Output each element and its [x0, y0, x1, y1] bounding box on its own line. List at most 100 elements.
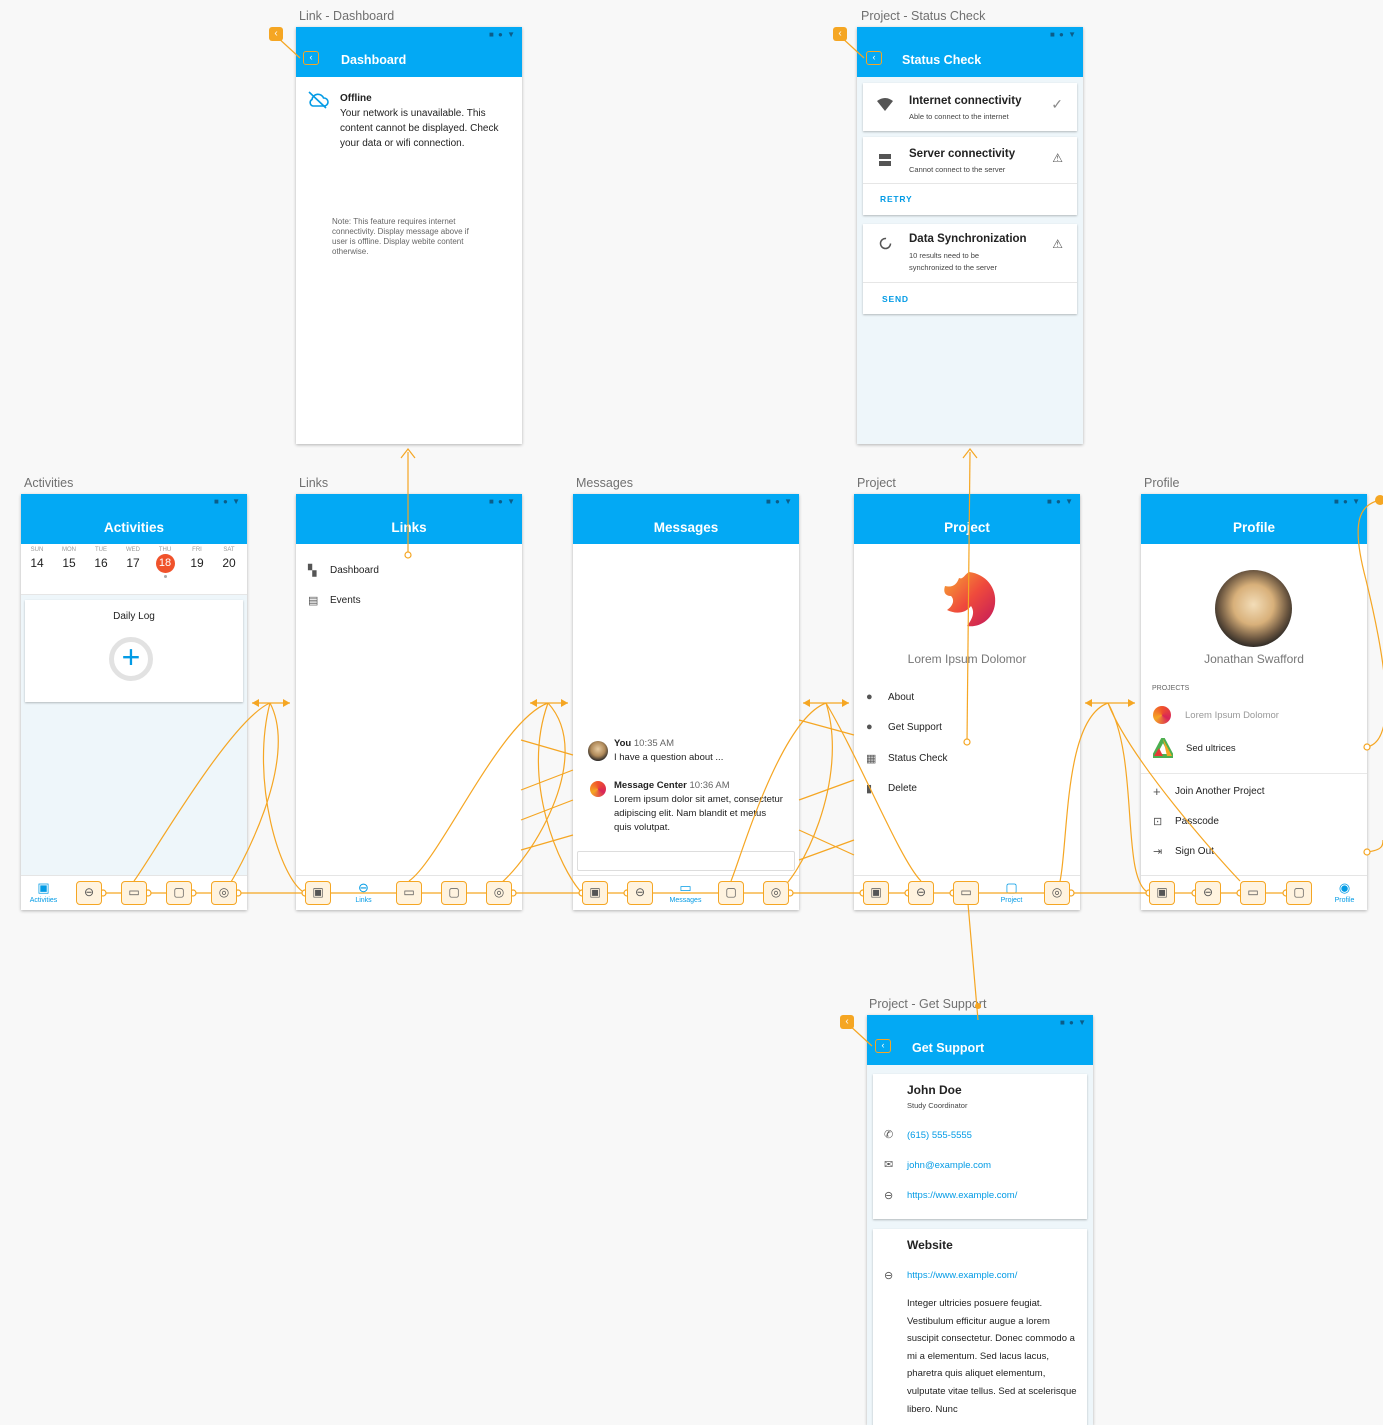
message-hotspot-icon[interactable]: ▭ — [953, 881, 979, 905]
sign-out-button[interactable]: ⇥ Sign Out — [1153, 845, 1214, 858]
message-hotspot-icon[interactable]: ▭ — [396, 881, 422, 905]
phone-icon: ✆ — [884, 1129, 894, 1141]
screen-title: Activities — [103, 519, 165, 535]
nav-profile[interactable]: ◉ Profile — [1322, 876, 1367, 910]
profile-hotspot-icon[interactable]: ◎ — [1044, 881, 1070, 905]
menu-about[interactable]: ● About — [866, 691, 914, 703]
calendar-day[interactable]: MON 15 — [53, 547, 85, 570]
website-description: Integer ultricies posuere feugiat. Vesti… — [907, 1298, 1077, 1415]
cloud-off-icon — [307, 91, 329, 114]
passcode-button[interactable]: ⊡ Passcode — [1153, 815, 1219, 828]
calendar-hotspot-icon[interactable]: ▣ — [1149, 881, 1175, 905]
back-arrow-icon[interactable]: ‹ — [840, 1015, 854, 1029]
message-time: 10:36 AM — [689, 780, 730, 791]
menu-status-check[interactable]: ▦ Status Check — [866, 752, 947, 765]
frame-label-activities: Activities — [24, 476, 74, 490]
sign-out-icon: ⇥ — [1153, 846, 1163, 858]
nav-messages[interactable]: ▭ Messages — [663, 876, 708, 910]
frame-label-profile: Profile — [1144, 476, 1180, 490]
profile-name: Jonathan Swafford — [1204, 652, 1304, 666]
nav-project[interactable]: ▢ Project — [989, 876, 1034, 910]
events-icon: ▤ — [308, 595, 319, 607]
offline-title: Offline — [340, 93, 372, 104]
server-subtitle: Cannot connect to the server — [909, 165, 1006, 174]
sender-name: Message Center — [614, 780, 687, 791]
add-icon[interactable]: + — [109, 637, 153, 681]
frame-label-project: Project — [857, 476, 896, 490]
back-arrow-icon[interactable]: ‹ — [833, 27, 847, 41]
calendar-day[interactable]: FRI 19 — [181, 547, 213, 570]
calendar-day[interactable]: SUN 14 — [21, 547, 53, 570]
sender-name: You — [614, 738, 632, 749]
profile-project-1[interactable]: Lorem Ipsum Dolomor — [1153, 706, 1279, 724]
message-preview: Lorem ipsum dolor sit amet, consectetur … — [614, 794, 783, 833]
internet-subtitle: Able to connect to the internet — [909, 112, 1009, 121]
message-preview: I have a question about ... — [614, 752, 724, 763]
activities-screen: ■ ● ▼ Activities SUN 14 MON 15 TUE 16 WED 17… — [21, 494, 247, 910]
info-icon: ● — [866, 691, 873, 703]
get-support-screen: ■ ● ▼ Get Support John Doe Study Coordin… — [867, 1015, 1093, 1425]
contact-website-link[interactable]: https://www.example.com/ — [907, 1190, 1017, 1201]
status-bar: ■ ● ▼ — [296, 494, 522, 510]
app-bar: Get Support — [867, 1031, 1093, 1065]
contact-card: John Doe Study Coordinator ✆ (615) 555-5… — [873, 1074, 1087, 1219]
calendar-day[interactable]: SAT 20 — [213, 547, 245, 570]
briefcase-hotspot-icon[interactable]: ▢ — [718, 881, 744, 905]
back-arrow-icon[interactable]: ‹ — [269, 27, 283, 41]
contact-phone-link[interactable]: (615) 555-5555 — [907, 1130, 972, 1141]
calendar-hotspot-icon[interactable]: ▣ — [582, 881, 608, 905]
app-bar: Activities — [21, 510, 247, 544]
website-link[interactable]: https://www.example.com/ — [907, 1270, 1017, 1281]
project-logo — [939, 570, 999, 630]
website-card: Website ⊖ https://www.example.com/ Integ… — [873, 1229, 1087, 1425]
link-hotspot-icon[interactable]: ⊖ — [76, 881, 102, 905]
project-logo-icon — [1153, 706, 1171, 724]
link-item-dashboard[interactable]: ▚ Dashboard — [308, 564, 379, 577]
link-hotspot-icon[interactable]: ⊖ — [908, 881, 934, 905]
join-project-button[interactable]: + Join Another Project — [1153, 784, 1265, 799]
message-you[interactable]: You 10:35 AM I have a question about ... — [614, 738, 723, 763]
daily-log-card[interactable]: Daily Log + — [25, 600, 243, 702]
nav-links[interactable]: ⊖ Links — [341, 876, 386, 910]
briefcase-hotspot-icon[interactable]: ▢ — [1286, 881, 1312, 905]
sync-icon — [879, 237, 892, 255]
briefcase-hotspot-icon[interactable]: ▢ — [441, 881, 467, 905]
calendar-day-today[interactable]: THU 18 — [149, 547, 181, 578]
screen-title: Get Support — [912, 1041, 985, 1055]
message-hotspot-icon[interactable]: ▭ — [121, 881, 147, 905]
briefcase-hotspot-icon[interactable]: ▢ — [166, 881, 192, 905]
link-item-events[interactable]: ▤ Events — [308, 594, 361, 607]
profile-hotspot-icon[interactable]: ◎ — [211, 881, 237, 905]
retry-button[interactable]: RETRY — [880, 194, 913, 204]
profile-icon: ◉ — [1338, 880, 1351, 895]
calendar-day[interactable]: WED 17 — [117, 547, 149, 570]
status-icons: ■ ● ▼ — [1059, 1018, 1087, 1027]
calendar-day[interactable]: TUE 16 — [85, 547, 117, 570]
app-bar: Status Check — [857, 43, 1083, 77]
menu-get-support[interactable]: ● Get Support — [866, 721, 942, 733]
server-card: Server connectivity Cannot connect to th… — [863, 137, 1077, 215]
contact-email-link[interactable]: john@example.com — [907, 1160, 991, 1171]
daily-log-title: Daily Log — [113, 611, 155, 622]
project-screen: ■ ● ▼ Project Lorem Ipsum Dolomor ● About… — [854, 494, 1080, 910]
calendar-hotspot-icon[interactable]: ▣ — [863, 881, 889, 905]
menu-delete[interactable]: ▮ Delete — [866, 782, 917, 795]
frame-label-link-dashboard: Link - Dashboard — [299, 9, 395, 23]
message-input[interactable] — [577, 851, 795, 871]
link-hotspot-icon[interactable]: ⊖ — [1195, 881, 1221, 905]
message-center[interactable]: Message Center 10:36 AM Lorem ipsum dolor… — [614, 779, 784, 835]
back-hotspot-icon[interactable]: ‹ — [866, 51, 882, 65]
nav-activities[interactable]: ▣ Activities — [21, 876, 66, 910]
calendar-hotspot-icon[interactable]: ▣ — [305, 881, 331, 905]
profile-hotspot-icon[interactable]: ◎ — [763, 881, 789, 905]
warning-icon: ⚠ — [1052, 237, 1063, 251]
frame-label-status-check: Project - Status Check — [861, 9, 986, 23]
message-hotspot-icon[interactable]: ▭ — [1240, 881, 1266, 905]
status-icons: ■ ● ▼ — [488, 30, 516, 39]
profile-hotspot-icon[interactable]: ◎ — [486, 881, 512, 905]
back-hotspot-icon[interactable]: ‹ — [875, 1039, 891, 1053]
link-hotspot-icon[interactable]: ⊖ — [627, 881, 653, 905]
send-button[interactable]: SEND — [882, 294, 909, 304]
profile-project-2[interactable]: Sed ultrices — [1150, 734, 1236, 758]
back-hotspot-icon[interactable]: ‹ — [303, 51, 319, 65]
